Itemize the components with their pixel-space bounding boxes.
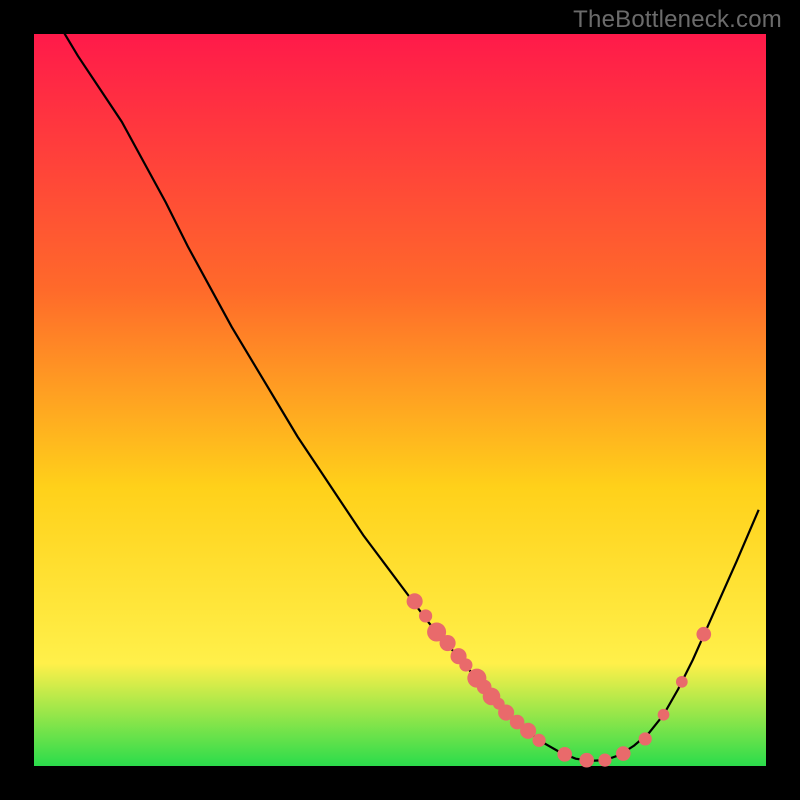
data-point bbox=[658, 709, 670, 721]
data-point bbox=[532, 734, 545, 747]
data-point bbox=[520, 723, 536, 739]
data-point bbox=[419, 609, 432, 622]
data-point bbox=[459, 658, 472, 671]
plot-background bbox=[34, 34, 766, 766]
data-point bbox=[407, 593, 423, 609]
data-point bbox=[557, 747, 572, 762]
chart-svg bbox=[0, 0, 800, 800]
data-point bbox=[598, 754, 611, 767]
data-point bbox=[676, 676, 688, 688]
data-point bbox=[696, 627, 711, 642]
data-point bbox=[440, 635, 456, 651]
chart-container: TheBottleneck.com bbox=[0, 0, 800, 800]
data-point bbox=[579, 753, 594, 768]
watermark-label: TheBottleneck.com bbox=[573, 6, 782, 34]
data-point bbox=[639, 732, 652, 745]
data-point bbox=[616, 746, 631, 761]
